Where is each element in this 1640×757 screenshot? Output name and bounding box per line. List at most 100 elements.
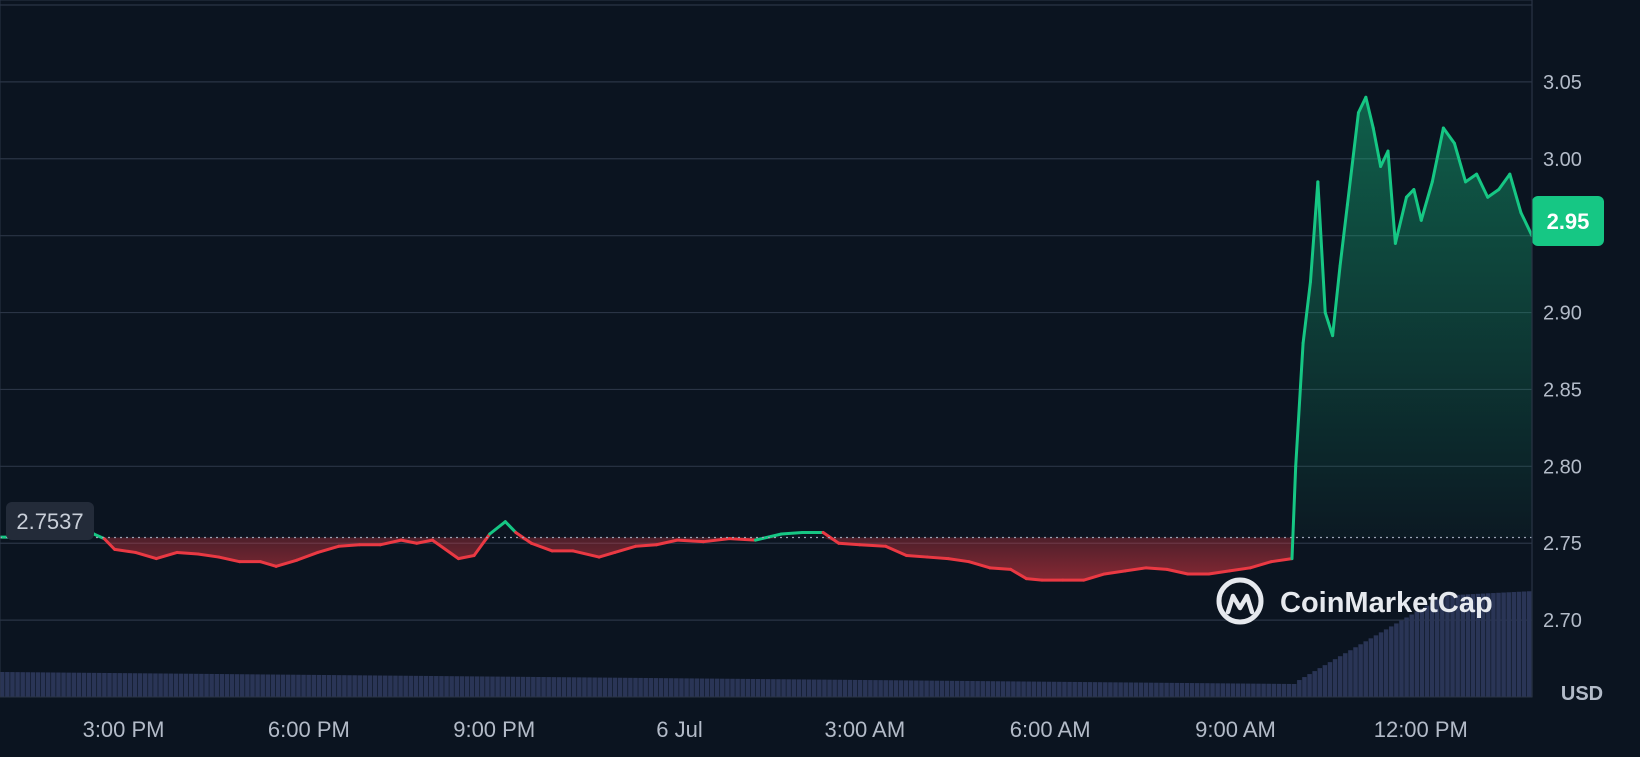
volume-bar	[234, 674, 240, 697]
volume-bar	[1343, 653, 1348, 697]
volume-bar	[1409, 614, 1414, 697]
volume-bar	[137, 673, 143, 697]
volume-bar	[178, 673, 184, 697]
volume-bar	[1383, 629, 1389, 697]
volume-bar	[1225, 683, 1231, 697]
volume-bar	[408, 675, 414, 697]
volume-bar	[1399, 620, 1404, 697]
volume-bar	[577, 677, 582, 697]
volume-bar	[1332, 659, 1338, 697]
volume-bar	[321, 674, 327, 697]
volume-bar	[1394, 623, 1399, 697]
volume-bar	[454, 676, 459, 697]
price-chart-svg[interactable]: CoinMarketCap 2.70 2.75 2.80 2.85 2.90 2.95 3.…	[0, 0, 1640, 757]
volume-bar	[525, 676, 531, 697]
volume-bar	[347, 675, 352, 697]
volume-bar	[127, 673, 133, 697]
volume-bar	[464, 676, 470, 697]
volume-bar	[377, 675, 383, 697]
volume-bar	[929, 680, 934, 697]
volume-bar	[1046, 681, 1052, 697]
volume-bar	[428, 675, 434, 697]
volume-bar	[1516, 591, 1522, 697]
volume-bar	[1291, 683, 1297, 697]
volume-bar	[500, 676, 505, 697]
volume-bar	[1276, 683, 1282, 697]
volume-bar	[480, 676, 485, 697]
volume-bar	[444, 676, 449, 697]
volume-bar	[107, 672, 112, 697]
price-line-segment	[634, 543, 658, 548]
volume-bar	[81, 672, 87, 697]
y-tick-label: 2.70	[1543, 610, 1582, 632]
volume-bar	[306, 674, 311, 697]
volume-bar	[1016, 681, 1021, 697]
volume-bar	[914, 680, 919, 697]
volume-bar	[199, 673, 204, 697]
volume-bar	[699, 678, 705, 697]
volume-bar	[10, 672, 15, 697]
volume-bar	[740, 678, 745, 697]
volume-bar	[561, 677, 567, 697]
volume-bar	[1179, 682, 1185, 697]
volume-bar	[1215, 683, 1220, 697]
volume-bar	[209, 673, 214, 697]
volume-bar	[1378, 632, 1384, 697]
volume-bar	[1128, 682, 1134, 697]
volume-bar	[485, 676, 490, 697]
volume-bar	[954, 680, 960, 697]
volume-bar	[623, 677, 628, 697]
volume-bar	[571, 677, 577, 697]
volume-bar	[122, 673, 128, 697]
volume-bar	[142, 673, 148, 697]
volume-bar	[1419, 608, 1425, 697]
volume-bar	[1281, 683, 1287, 697]
volume-bar	[331, 675, 337, 697]
volume-bar	[873, 680, 878, 697]
x-axis: 3:00 PM 6:00 PM 9:00 PM 6 Jul 3:00 AM 6:00 AM…	[83, 717, 1468, 742]
volume-bar	[990, 681, 996, 697]
volume-bar	[291, 674, 296, 697]
volume-bar	[1164, 682, 1169, 697]
volume-bar	[755, 679, 761, 697]
volume-bar	[536, 676, 541, 697]
volume-bar	[91, 672, 97, 697]
volume-bar	[30, 672, 36, 697]
price-line-segment	[1024, 577, 1044, 582]
volume-bar	[668, 678, 674, 697]
volume-bar	[643, 677, 648, 697]
volume-bar	[898, 680, 904, 697]
volume-bar	[86, 672, 92, 697]
volume-bar	[1322, 665, 1328, 697]
volume-bar	[811, 679, 817, 697]
price-line-segment	[904, 554, 929, 559]
volume-bar	[423, 675, 429, 697]
y-tick-label: 2.90	[1543, 303, 1582, 325]
volume-bar	[102, 672, 107, 697]
volume-bar	[582, 677, 587, 697]
volume-bar	[240, 674, 245, 697]
volume-bar	[301, 674, 306, 697]
volume-bar	[694, 678, 700, 697]
volume-bar	[56, 672, 61, 697]
volume-bar	[868, 680, 873, 697]
price-chart[interactable]: CoinMarketCap 2.70 2.75 2.80 2.85 2.90 2.95 3.…	[0, 0, 1640, 757]
reference-price-badge: 2.7537	[6, 502, 94, 540]
volume-bar	[633, 677, 638, 697]
volume-bar	[1302, 677, 1307, 697]
volume-bar	[275, 674, 281, 697]
volume-bar	[653, 678, 659, 697]
volume-bar	[965, 680, 970, 697]
volume-bar	[97, 672, 102, 697]
volume-bar	[296, 674, 301, 697]
volume-bar	[1337, 656, 1343, 697]
volume-bar	[781, 679, 786, 697]
volume-bar	[837, 679, 842, 697]
volume-bar	[1317, 668, 1323, 697]
volume-bar	[1000, 681, 1006, 697]
volume-bar	[357, 675, 362, 697]
volume-bar	[1194, 683, 1200, 697]
volume-bar	[1511, 592, 1517, 697]
volume-bar	[551, 677, 557, 697]
volume-bar	[337, 675, 342, 697]
